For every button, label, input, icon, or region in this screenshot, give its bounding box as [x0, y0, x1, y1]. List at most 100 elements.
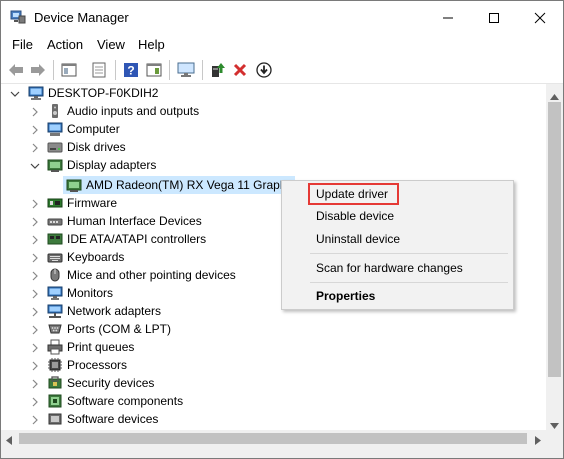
tree-item-audio[interactable]: Audio inputs and outputs [67, 102, 199, 120]
collapse-chevron-icon[interactable] [10, 89, 20, 99]
device-manager-icon [10, 10, 26, 24]
expand-chevron-icon[interactable] [30, 143, 40, 153]
expand-chevron-icon[interactable] [30, 125, 40, 135]
processor-icon [47, 357, 63, 373]
svg-text:?: ? [127, 64, 134, 78]
window-title: Device Manager [34, 10, 129, 25]
expand-chevron-icon[interactable] [30, 361, 40, 371]
tree-item-network[interactable]: Network adapters [67, 302, 161, 320]
toolbar-separator [53, 60, 54, 80]
menu-item-properties[interactable]: Properties [316, 289, 375, 303]
close-button[interactable] [517, 1, 563, 34]
expand-chevron-icon[interactable] [30, 253, 40, 263]
tree-item-monitors[interactable]: Monitors [67, 284, 113, 302]
minimize-button[interactable] [425, 1, 471, 34]
tree-item-software-components[interactable]: Software components [67, 392, 183, 410]
tree-item-keyboards[interactable]: Keyboards [67, 248, 124, 266]
tree-item-mice[interactable]: Mice and other pointing devices [67, 266, 236, 284]
network-adapter-icon [47, 303, 63, 319]
expand-chevron-icon[interactable] [30, 271, 40, 281]
expand-chevron-icon[interactable] [30, 235, 40, 245]
display-adapter-icon [66, 177, 82, 193]
expand-chevron-icon[interactable] [30, 217, 40, 227]
vertical-scroll-thumb[interactable] [548, 102, 561, 377]
menu-separator [310, 282, 508, 283]
tree-item-ide[interactable]: IDE ATA/ATAPI controllers [67, 230, 206, 248]
menu-file[interactable]: File [12, 37, 33, 52]
show-hide-console-tree-icon[interactable] [59, 60, 79, 80]
display-adapter-icon [47, 157, 63, 173]
action-pane-icon[interactable] [144, 60, 164, 80]
menu-item-update-driver[interactable]: Update driver [316, 187, 388, 201]
scroll-right-arrow-icon[interactable] [535, 434, 541, 448]
tree-item-processors[interactable]: Processors [67, 356, 127, 374]
menu-item-uninstall-device[interactable]: Uninstall device [316, 232, 400, 246]
menu-action[interactable]: Action [47, 37, 83, 52]
disk-drive-icon [47, 139, 63, 155]
mouse-icon [47, 267, 63, 283]
download-icon[interactable] [254, 60, 274, 80]
title-bar: Device Manager [1, 1, 563, 34]
port-icon [47, 321, 63, 337]
tree-root-label[interactable]: DESKTOP-F0KDIH2 [48, 84, 158, 102]
menu-item-scan-hardware[interactable]: Scan for hardware changes [316, 261, 463, 275]
expand-chevron-icon[interactable] [30, 397, 40, 407]
firmware-icon [47, 195, 63, 211]
tree-item-computer[interactable]: Computer [67, 120, 120, 138]
computer-root-icon [28, 85, 44, 101]
horizontal-scrollbar[interactable] [1, 430, 546, 447]
tree-item-amd-radeon[interactable]: AMD Radeon(TM) RX Vega 11 Graphic [86, 176, 295, 194]
back-icon[interactable] [6, 60, 26, 80]
scroll-up-arrow-icon[interactable] [550, 89, 559, 103]
maximize-button[interactable] [471, 1, 517, 34]
vertical-scrollbar[interactable] [546, 84, 563, 430]
tree-item-disk-drives[interactable]: Disk drives [67, 138, 126, 156]
collapse-chevron-icon[interactable] [30, 161, 40, 171]
hid-icon [47, 213, 63, 229]
expand-chevron-icon[interactable] [30, 325, 40, 335]
expand-chevron-icon[interactable] [30, 289, 40, 299]
menu-item-disable-device[interactable]: Disable device [316, 209, 394, 223]
monitor-icon [47, 285, 63, 301]
toolbar-separator [169, 60, 170, 80]
ide-controller-icon [47, 231, 63, 247]
menu-separator [310, 253, 508, 254]
expand-chevron-icon[interactable] [30, 415, 40, 425]
expand-chevron-icon[interactable] [30, 307, 40, 317]
keyboard-icon [47, 249, 63, 265]
help-icon[interactable]: ? [121, 60, 141, 80]
display-monitor-icon[interactable] [176, 60, 196, 80]
computer-icon [47, 121, 63, 137]
tree-item-print-queues[interactable]: Print queues [67, 338, 134, 356]
status-bar [1, 447, 563, 458]
tree-item-software-devices[interactable]: Software devices [67, 410, 158, 428]
horizontal-scroll-thumb[interactable] [19, 433, 527, 444]
security-device-icon [47, 375, 63, 391]
toolbar-separator [115, 60, 116, 80]
tree-item-firmware[interactable]: Firmware [67, 194, 117, 212]
menu-help[interactable]: Help [138, 37, 165, 52]
expand-chevron-icon[interactable] [30, 379, 40, 389]
tree-item-ports[interactable]: Ports (COM & LPT) [67, 320, 171, 338]
tree-item-hid[interactable]: Human Interface Devices [67, 212, 202, 230]
expand-chevron-icon[interactable] [30, 343, 40, 353]
tree-item-security[interactable]: Security devices [67, 374, 154, 392]
uninstall-x-icon[interactable] [230, 60, 250, 80]
forward-icon[interactable] [28, 60, 48, 80]
toolbar-separator [202, 60, 203, 80]
software-component-icon [47, 393, 63, 409]
expand-chevron-icon[interactable] [30, 199, 40, 209]
scroll-left-arrow-icon[interactable] [6, 434, 12, 448]
expand-chevron-icon[interactable] [30, 107, 40, 117]
menu-bar: File Action View Help [1, 34, 563, 56]
device-manager-window: Device Manager File Action View Help ? D… [0, 0, 564, 459]
toolbar: ? [1, 56, 563, 84]
software-device-icon [47, 411, 63, 427]
scrollbar-corner [546, 430, 563, 447]
speaker-icon [47, 103, 63, 119]
properties-sheet-icon[interactable] [89, 60, 109, 80]
printer-icon [47, 339, 63, 355]
update-driver-icon[interactable] [208, 60, 228, 80]
tree-item-display-adapters[interactable]: Display adapters [67, 156, 156, 174]
menu-view[interactable]: View [97, 37, 125, 52]
